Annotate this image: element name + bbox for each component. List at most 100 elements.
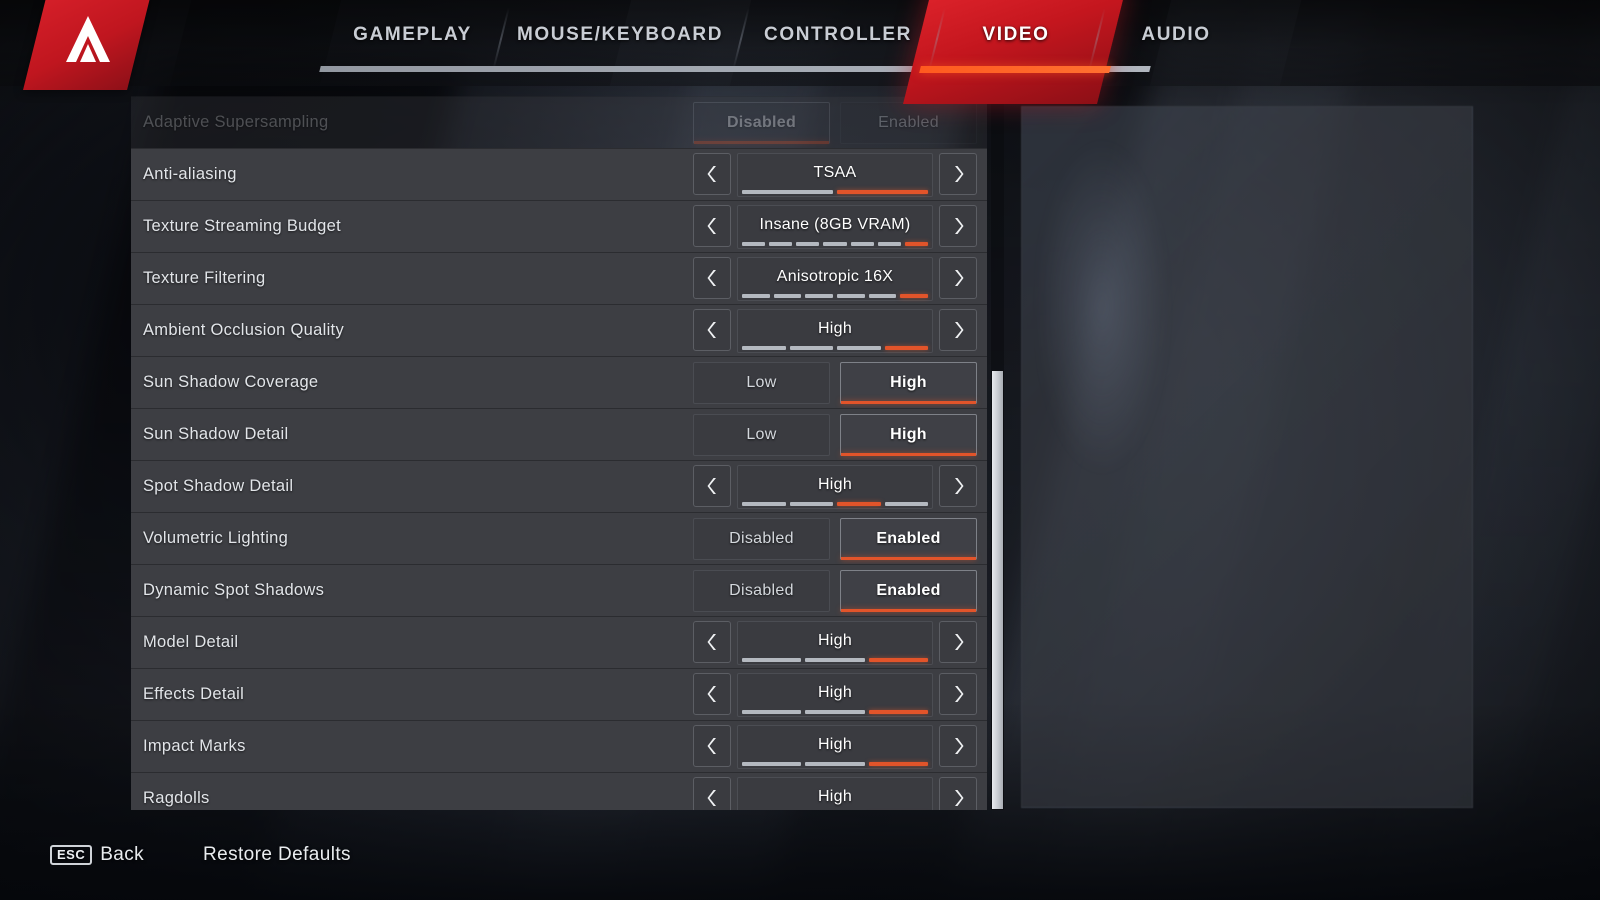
setting-label-texture-streaming-budget: Texture Streaming Budget <box>143 217 341 235</box>
option-dynamic-spot-shadows-disabled-label: Disabled <box>729 582 794 599</box>
setting-row-anti-aliasing[interactable]: Anti-aliasing TSAA <box>131 148 987 200</box>
next-effects-detail-button[interactable] <box>939 673 977 715</box>
chevron-left-icon <box>707 270 716 286</box>
option-dynamic-spot-shadows-disabled[interactable]: Disabled <box>693 570 830 612</box>
option-sun-shadow-coverage-high[interactable]: High <box>840 362 977 404</box>
next-texture-streaming-budget-button[interactable] <box>939 205 977 247</box>
setting-row-ambient-occlusion-quality[interactable]: Ambient Occlusion Quality High <box>131 304 987 356</box>
setting-row-texture-filtering[interactable]: Texture Filtering Anisotropic 16X <box>131 252 987 304</box>
settings-scrollbar-thumb[interactable] <box>991 370 1004 810</box>
chevron-right-icon <box>954 270 963 286</box>
stepper-effects-detail[interactable]: High <box>693 673 977 717</box>
toggle-sun-shadow-coverage[interactable]: Low High <box>693 362 977 404</box>
setting-row-sun-shadow-detail[interactable]: Sun Shadow Detail Low High <box>131 408 987 460</box>
segment-indicator <box>837 190 928 194</box>
setting-row-spot-shadow-detail[interactable]: Spot Shadow Detail High <box>131 460 987 512</box>
setting-row-adaptive-supersampling[interactable]: Adaptive Supersampling Disabled Enabled <box>131 96 987 148</box>
prev-anti-aliasing-button[interactable] <box>693 153 731 195</box>
next-ambient-occlusion-quality-button[interactable] <box>939 309 977 351</box>
next-spot-shadow-detail-button[interactable] <box>939 465 977 507</box>
stepper-anti-aliasing[interactable]: TSAA <box>693 153 977 197</box>
setting-row-volumetric-lighting[interactable]: Volumetric Lighting Disabled Enabled <box>131 512 987 564</box>
option-dynamic-spot-shadows-enabled[interactable]: Enabled <box>840 570 977 612</box>
setting-row-dynamic-spot-shadows[interactable]: Dynamic Spot Shadows Disabled Enabled <box>131 564 987 616</box>
chevron-right-icon <box>954 634 963 650</box>
next-model-detail-button[interactable] <box>939 621 977 663</box>
setting-row-effects-detail[interactable]: Effects Detail High <box>131 668 987 720</box>
option-sun-shadow-detail-high[interactable]: High <box>840 414 977 456</box>
stepper-ragdolls[interactable]: High <box>693 777 977 810</box>
preview-glow <box>1042 107 1192 527</box>
tab-gameplay-label: GAMEPLAY <box>353 24 472 45</box>
setting-row-texture-streaming-budget[interactable]: Texture Streaming Budget Insane (8GB VRAM… <box>131 200 987 252</box>
segment-indicator <box>850 242 874 246</box>
segments-texture-streaming-budget <box>742 242 928 246</box>
next-impact-marks-button[interactable] <box>939 725 977 767</box>
tab-audio[interactable]: AUDIO <box>1096 0 1256 70</box>
apex-logo-icon <box>66 16 110 62</box>
segment-indicator <box>884 346 928 350</box>
segment-indicator <box>805 294 834 298</box>
option-adaptive-supersampling-enabled[interactable]: Enabled <box>840 102 977 144</box>
chevron-right-icon <box>954 790 963 806</box>
prev-effects-detail-button[interactable] <box>693 673 731 715</box>
chevron-left-icon <box>707 634 716 650</box>
tab-mouse-keyboard[interactable]: MOUSE/KEYBOARD <box>500 0 740 70</box>
option-sun-shadow-coverage-low[interactable]: Low <box>693 362 830 404</box>
segment-indicator <box>769 242 793 246</box>
setting-row-model-detail[interactable]: Model Detail High <box>131 616 987 668</box>
value-effects-detail[interactable]: High <box>737 673 933 717</box>
value-anti-aliasing[interactable]: TSAA <box>737 153 933 197</box>
stepper-texture-filtering[interactable]: Anisotropic 16X <box>693 257 977 301</box>
prev-texture-filtering-button[interactable] <box>693 257 731 299</box>
setting-label-dynamic-spot-shadows: Dynamic Spot Shadows <box>143 581 325 599</box>
setting-label-anti-aliasing: Anti-aliasing <box>143 165 237 183</box>
value-impact-marks[interactable]: High <box>737 725 933 769</box>
tab-gameplay[interactable]: GAMEPLAY <box>325 0 500 70</box>
option-adaptive-supersampling-disabled[interactable]: Disabled <box>693 102 830 144</box>
next-texture-filtering-button[interactable] <box>939 257 977 299</box>
restore-defaults-button[interactable]: Restore Defaults <box>203 844 351 866</box>
back-button[interactable]: ESC Back <box>50 844 144 866</box>
stepper-ambient-occlusion-quality[interactable]: High <box>693 309 977 353</box>
value-impact-marks-text: High <box>817 735 853 753</box>
setting-row-impact-marks[interactable]: Impact Marks High <box>131 720 987 772</box>
option-sun-shadow-detail-low[interactable]: Low <box>693 414 830 456</box>
tab-controller[interactable]: CONTROLLER <box>740 0 936 70</box>
next-anti-aliasing-button[interactable] <box>939 153 977 195</box>
value-model-detail[interactable]: High <box>737 621 933 665</box>
value-spot-shadow-detail[interactable]: High <box>737 465 933 509</box>
settings-preview-panel <box>1021 106 1473 808</box>
stepper-texture-streaming-budget[interactable]: Insane (8GB VRAM) <box>693 205 977 249</box>
value-ambient-occlusion-quality[interactable]: High <box>737 309 933 353</box>
next-ragdolls-button[interactable] <box>939 777 977 810</box>
tab-video[interactable]: VIDEO <box>936 0 1096 70</box>
segment-indicator <box>742 658 802 662</box>
value-ragdolls[interactable]: High <box>737 777 933 810</box>
video-settings-list[interactable]: Adaptive Supersampling Disabled Enabled Ant… <box>131 96 987 810</box>
stepper-impact-marks[interactable]: High <box>693 725 977 769</box>
setting-row-sun-shadow-coverage[interactable]: Sun Shadow Coverage Low High <box>131 356 987 408</box>
option-volumetric-lighting-disabled[interactable]: Disabled <box>693 518 830 560</box>
toggle-adaptive-supersampling[interactable]: Disabled Enabled <box>693 102 977 144</box>
prev-spot-shadow-detail-button[interactable] <box>693 465 731 507</box>
setting-row-ragdolls[interactable]: Ragdolls High <box>131 772 987 810</box>
prev-ragdolls-button[interactable] <box>693 777 731 810</box>
value-texture-streaming-budget[interactable]: Insane (8GB VRAM) <box>737 205 933 249</box>
toggle-dynamic-spot-shadows[interactable]: Disabled Enabled <box>693 570 977 612</box>
stepper-spot-shadow-detail[interactable]: High <box>693 465 977 509</box>
prev-ambient-occlusion-quality-button[interactable] <box>693 309 731 351</box>
segment-indicator <box>742 762 802 766</box>
prev-model-detail-button[interactable] <box>693 621 731 663</box>
stepper-model-detail[interactable]: High <box>693 621 977 665</box>
prev-texture-streaming-budget-button[interactable] <box>693 205 731 247</box>
chevron-left-icon <box>707 166 716 182</box>
segment-indicator <box>868 762 928 766</box>
chevron-right-icon <box>954 322 963 338</box>
segment-indicator <box>868 710 928 714</box>
value-texture-filtering[interactable]: Anisotropic 16X <box>737 257 933 301</box>
prev-impact-marks-button[interactable] <box>693 725 731 767</box>
toggle-volumetric-lighting[interactable]: Disabled Enabled <box>693 518 977 560</box>
option-volumetric-lighting-enabled[interactable]: Enabled <box>840 518 977 560</box>
toggle-sun-shadow-detail[interactable]: Low High <box>693 414 977 456</box>
